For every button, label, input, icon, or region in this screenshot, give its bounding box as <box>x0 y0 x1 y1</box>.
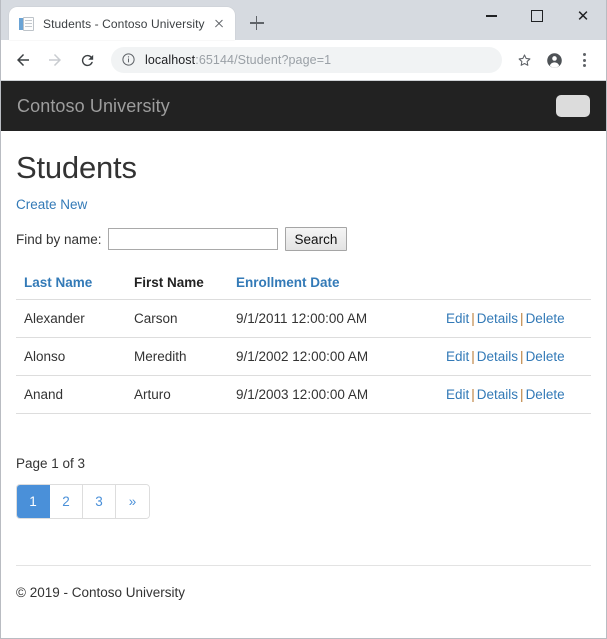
table-row: Alexander Carson 9/1/2011 12:00:00 AM Ed… <box>16 300 591 338</box>
sort-last-name-link[interactable]: Last Name <box>24 275 92 290</box>
edit-link[interactable]: Edit <box>446 349 469 364</box>
action-separator: | <box>520 349 524 364</box>
back-arrow-icon[interactable] <box>9 46 37 74</box>
details-link[interactable]: Details <box>477 311 518 326</box>
pagination-page-3[interactable]: 3 <box>83 485 116 518</box>
star-icon[interactable] <box>510 46 538 74</box>
site-footer: © 2019 - Contoso University <box>16 585 186 600</box>
profile-avatar-icon[interactable] <box>540 46 568 74</box>
cell-actions: Edit | Details | Delete <box>428 300 591 338</box>
minimize-icon[interactable] <box>468 0 514 32</box>
cell-actions: Edit | Details | Delete <box>428 375 591 414</box>
reload-icon[interactable] <box>73 46 101 74</box>
action-separator: | <box>471 311 475 326</box>
pagination-info: Page 1 of 3 <box>16 456 86 471</box>
cell-enrollment-date: 9/1/2002 12:00:00 AM <box>228 337 428 376</box>
brand-link[interactable]: Contoso University <box>17 96 170 117</box>
close-window-icon[interactable]: ✕ <box>560 0 606 32</box>
search-input[interactable] <box>107 228 278 250</box>
url-host: localhost <box>145 53 196 67</box>
browser-toolbar: localhost:65144/Student?page=1 <box>1 40 606 81</box>
tab-strip: Students - Contoso University ✕ <box>1 0 606 40</box>
cell-first-name: Arturo <box>126 375 228 414</box>
action-separator: | <box>471 387 475 402</box>
cell-last-name: Alexander <box>24 311 85 326</box>
edit-link[interactable]: Edit <box>446 387 469 402</box>
url-path: :65144/Student?page=1 <box>195 53 332 67</box>
sort-enrollment-date-link[interactable]: Enrollment Date <box>236 275 340 290</box>
action-separator: | <box>520 387 524 402</box>
pagination-page-1[interactable]: 1 <box>17 485 50 518</box>
forward-arrow-icon <box>41 46 69 74</box>
table-header-row: Last Name First Name Enrollment Date <box>16 269 591 300</box>
pagination: 1 2 3 » <box>16 484 150 519</box>
action-separator: | <box>471 349 475 364</box>
navbar-toggler-button[interactable] <box>556 95 590 117</box>
maximize-icon[interactable] <box>514 0 560 32</box>
details-link[interactable]: Details <box>477 387 518 402</box>
create-new-link[interactable]: Create New <box>16 197 87 212</box>
page-container: Students Create New Find by name: Search… <box>1 150 606 600</box>
browser-tab[interactable]: Students - Contoso University <box>9 7 235 40</box>
cell-first-name: Carson <box>134 311 178 326</box>
search-label: Find by name: <box>16 231 102 247</box>
cell-first-name: Meredith <box>126 337 228 376</box>
table-row: Anand Arturo 9/1/2003 12:00:00 AM Edit | D… <box>16 375 591 414</box>
delete-link[interactable]: Delete <box>526 387 565 402</box>
students-table: Last Name First Name Enrollment Date Ale… <box>16 269 591 414</box>
edit-link[interactable]: Edit <box>446 311 469 326</box>
cell-enrollment-date: 9/1/2011 12:00:00 AM <box>236 311 368 326</box>
delete-link[interactable]: Delete <box>526 349 565 364</box>
table-body: Alexander Carson 9/1/2011 12:00:00 AM Ed… <box>16 300 591 414</box>
search-form: Find by name: Search <box>16 227 591 251</box>
toolbar-actions <box>508 46 598 74</box>
pagination-next-button[interactable]: » <box>116 485 149 518</box>
cell-actions: Edit | Details | Delete <box>428 337 591 376</box>
cell-enrollment-date: 9/1/2003 12:00:00 AM <box>228 375 428 414</box>
create-new-row: Create New <box>16 196 591 214</box>
column-header-last-name[interactable]: Last Name <box>16 269 126 300</box>
new-tab-button[interactable] <box>243 9 271 37</box>
pagination-page-2[interactable]: 2 <box>50 485 83 518</box>
window-controls: ✕ <box>468 0 606 32</box>
close-icon[interactable] <box>209 14 229 34</box>
address-bar[interactable]: localhost:65144/Student?page=1 <box>111 47 502 73</box>
info-circle-icon[interactable] <box>121 52 137 68</box>
table-row: Alonso Meredith 9/1/2002 12:00:00 AM Edi… <box>16 337 591 376</box>
three-dot-menu-icon[interactable] <box>570 46 598 74</box>
document-icon <box>19 16 35 32</box>
cell-last-name: Alonso <box>16 337 126 376</box>
page-title: Students <box>16 150 137 185</box>
browser-window: Students - Contoso University ✕ localhos… <box>0 0 607 639</box>
cell-last-name: Anand <box>16 375 126 414</box>
column-header-first-name: First Name <box>126 269 228 300</box>
column-header-actions <box>428 269 591 300</box>
search-button[interactable]: Search <box>284 227 348 251</box>
tab-title: Students - Contoso University <box>43 16 205 31</box>
details-link[interactable]: Details <box>477 349 518 364</box>
url-text: localhost:65144/Student?page=1 <box>145 53 331 67</box>
site-navbar: Contoso University <box>1 81 606 131</box>
table-head: Last Name First Name Enrollment Date <box>16 269 591 300</box>
column-header-enrollment-date[interactable]: Enrollment Date <box>228 269 428 300</box>
action-separator: | <box>520 311 524 326</box>
delete-link[interactable]: Delete <box>526 311 565 326</box>
page-viewport: Contoso University Students Create New F… <box>1 81 606 638</box>
